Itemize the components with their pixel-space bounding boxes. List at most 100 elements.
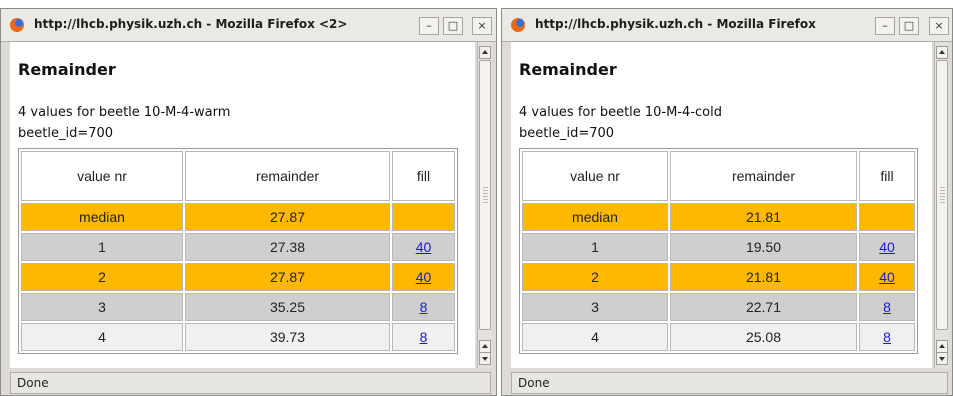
page-content: Remainder 4 values for beetle 10-M-4-war… [10, 42, 475, 368]
fill-link[interactable]: 40 [879, 239, 895, 255]
fill-link[interactable]: 40 [879, 269, 895, 285]
table-header-row: value nr remainder fill [522, 151, 915, 201]
scroll-up-button[interactable] [479, 46, 491, 59]
value-nr-cell: 2 [21, 263, 183, 291]
column-header-value-nr: value nr [522, 151, 668, 201]
fill-cell: 40 [392, 233, 455, 261]
page-content: Remainder 4 values for beetle 10-M-4-col… [511, 42, 932, 368]
window-title: http://lhcb.physik.uzh.ch - Mozilla Fire… [34, 17, 348, 31]
fill-cell: 8 [392, 293, 455, 321]
remainder-cell: 21.81 [670, 263, 857, 291]
maximize-button[interactable]: □ [443, 17, 463, 35]
remainder-cell: 25.08 [670, 323, 857, 351]
arrow-down-icon [939, 357, 945, 361]
title-bar[interactable]: http://lhcb.physik.uzh.ch - Mozilla Fire… [1, 9, 496, 42]
remainder-cell: 21.81 [670, 203, 857, 231]
vertical-scrollbar[interactable] [477, 42, 492, 368]
table-row-median: median 21.81 [522, 203, 915, 231]
table-row: 2 27.87 40 [21, 263, 455, 291]
fill-cell [392, 203, 455, 231]
fill-link[interactable]: 8 [420, 299, 428, 315]
title-bar[interactable]: http://lhcb.physik.uzh.ch - Mozilla Fire… [502, 9, 952, 42]
fill-link[interactable]: 8 [883, 329, 891, 345]
column-header-fill: fill [392, 151, 455, 201]
arrow-down-icon [482, 357, 488, 361]
value-nr-cell: 1 [21, 233, 183, 261]
maximize-button[interactable]: □ [899, 17, 919, 35]
scroll-down-button[interactable] [479, 352, 491, 365]
remainder-cell: 27.38 [185, 233, 390, 261]
table-row: 1 27.38 40 [21, 233, 455, 261]
browser-window-cold: http://lhcb.physik.uzh.ch - Mozilla Fire… [501, 8, 953, 396]
fill-link[interactable]: 8 [420, 329, 428, 345]
beetle-description: 4 values for beetle 10-M-4-warm [18, 105, 231, 120]
column-header-remainder: remainder [670, 151, 857, 201]
column-header-remainder: remainder [185, 151, 390, 201]
table-row: 3 22.71 8 [522, 293, 915, 321]
arrow-up-icon [939, 50, 945, 54]
beetle-id: beetle_id=700 [18, 126, 114, 141]
fill-link[interactable]: 40 [416, 269, 432, 285]
fill-cell: 40 [392, 263, 455, 291]
firefox-icon [10, 18, 24, 32]
table-row: 2 21.81 40 [522, 263, 915, 291]
scroll-down-button[interactable] [936, 352, 948, 365]
remainder-cell: 19.50 [670, 233, 857, 261]
close-button[interactable]: × [472, 17, 492, 35]
fill-cell: 8 [392, 323, 455, 351]
value-nr-cell: 4 [21, 323, 183, 351]
browser-window-warm: http://lhcb.physik.uzh.ch - Mozilla Fire… [0, 8, 497, 396]
value-nr-cell: median [21, 203, 183, 231]
status-text: Done [17, 376, 49, 390]
fill-cell [859, 203, 915, 231]
window-title: http://lhcb.physik.uzh.ch - Mozilla Fire… [535, 17, 816, 31]
fill-cell: 8 [859, 293, 915, 321]
page-title: Remainder [519, 60, 617, 79]
value-nr-cell: 1 [522, 233, 668, 261]
close-button[interactable]: × [929, 17, 949, 35]
status-text: Done [518, 376, 550, 390]
table-row-median: median 27.87 [21, 203, 455, 231]
value-nr-cell: 4 [522, 323, 668, 351]
table-row: 1 19.50 40 [522, 233, 915, 261]
arrow-up-icon [482, 344, 488, 348]
value-nr-cell: median [522, 203, 668, 231]
table-header-row: value nr remainder fill [21, 151, 455, 201]
beetle-id: beetle_id=700 [519, 126, 615, 141]
grip-icon [483, 187, 488, 203]
remainder-table: value nr remainder fill median 21.81 1 1… [519, 148, 918, 354]
beetle-description: 4 values for beetle 10-M-4-cold [519, 105, 722, 120]
column-header-fill: fill [859, 151, 915, 201]
grip-icon [940, 187, 945, 203]
arrow-up-icon [482, 50, 488, 54]
status-bar: Done [10, 372, 491, 394]
minimize-button[interactable]: – [419, 17, 439, 35]
fill-cell: 8 [859, 323, 915, 351]
firefox-icon [511, 18, 525, 32]
remainder-cell: 39.73 [185, 323, 390, 351]
table-row: 4 25.08 8 [522, 323, 915, 351]
scrollbar-thumb[interactable] [479, 60, 491, 330]
vertical-scrollbar[interactable] [934, 42, 949, 368]
value-nr-cell: 2 [522, 263, 668, 291]
remainder-cell: 22.71 [670, 293, 857, 321]
value-nr-cell: 3 [522, 293, 668, 321]
column-header-value-nr: value nr [21, 151, 183, 201]
fill-link[interactable]: 40 [416, 239, 432, 255]
scrollbar-thumb[interactable] [936, 60, 948, 330]
arrow-up-icon [939, 344, 945, 348]
minimize-button[interactable]: – [875, 17, 895, 35]
scroll-up-button[interactable] [936, 46, 948, 59]
status-bar: Done [511, 372, 948, 394]
remainder-cell: 35.25 [185, 293, 390, 321]
table-row: 3 35.25 8 [21, 293, 455, 321]
table-row: 4 39.73 8 [21, 323, 455, 351]
fill-link[interactable]: 8 [883, 299, 891, 315]
page-title: Remainder [18, 60, 116, 79]
remainder-cell: 27.87 [185, 263, 390, 291]
remainder-cell: 27.87 [185, 203, 390, 231]
remainder-table: value nr remainder fill median 27.87 1 2… [18, 148, 458, 354]
value-nr-cell: 3 [21, 293, 183, 321]
fill-cell: 40 [859, 263, 915, 291]
fill-cell: 40 [859, 233, 915, 261]
